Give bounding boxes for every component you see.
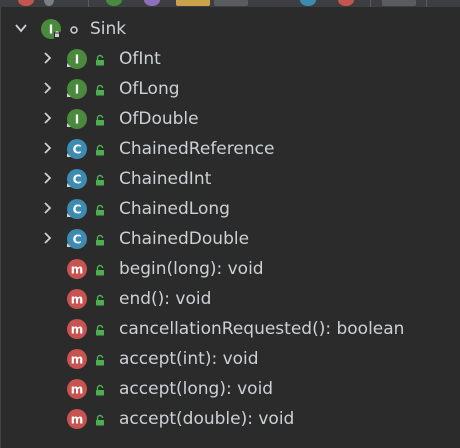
toolbar-icon-9[interactable] <box>382 0 416 6</box>
tree-node-label: ChainedDouble <box>119 229 250 249</box>
method-icon: m <box>66 318 88 340</box>
public-lock-icon <box>94 204 106 216</box>
tree-row-interface[interactable]: I OfInt <box>0 44 460 74</box>
tree-node-label: accept(double): void <box>119 409 295 429</box>
public-lock-icon <box>94 264 106 276</box>
interface-icon: I <box>66 48 88 70</box>
method-icon: m <box>66 348 88 370</box>
svg-text:C: C <box>73 233 82 247</box>
public-lock-icon <box>94 114 106 126</box>
chevron-right-icon[interactable] <box>40 171 54 185</box>
tree-row-method[interactable]: m accept(int): void <box>0 344 460 374</box>
tree-row-method[interactable]: m cancellationRequested(): boolean <box>0 314 460 344</box>
svg-text:C: C <box>73 143 82 157</box>
svg-text:I: I <box>75 113 79 127</box>
svg-text:I: I <box>75 53 79 67</box>
tree-node-label: cancellationRequested(): boolean <box>119 319 405 339</box>
toolbar-separator <box>370 0 371 7</box>
interface-icon: I <box>40 18 62 40</box>
tree-row-method[interactable]: m end(): void <box>0 284 460 314</box>
tree-root-label: Sink <box>90 19 127 39</box>
public-lock-icon <box>94 234 106 246</box>
public-lock-icon <box>94 294 106 306</box>
tree-node-label: OfLong <box>119 79 180 99</box>
toolbar-icon-6[interactable] <box>214 0 248 6</box>
toolbar-icon-4[interactable] <box>144 0 160 6</box>
toolbar-icon-5[interactable] <box>176 0 210 6</box>
tree-row-class[interactable]: C ChainedReference <box>0 134 460 164</box>
public-lock-icon <box>94 174 106 186</box>
svg-text:C: C <box>73 203 82 217</box>
toolbar-icon-8[interactable] <box>338 0 354 6</box>
tree-node-label: ChainedReference <box>119 139 275 159</box>
tree-row-method[interactable]: m accept(double): void <box>0 404 460 434</box>
tree-row-class[interactable]: C ChainedInt <box>0 164 460 194</box>
class-icon: C <box>66 228 88 250</box>
chevron-right-icon[interactable] <box>40 141 54 155</box>
tree-node-label: accept(long): void <box>119 379 274 399</box>
chevron-right-icon[interactable] <box>40 231 54 245</box>
public-lock-icon <box>94 54 106 66</box>
svg-text:I: I <box>75 83 79 97</box>
svg-text:m: m <box>71 413 84 427</box>
structure-tree: I Sink I OfInt I OfLong I OfDouble C Cha… <box>0 14 460 434</box>
svg-text:C: C <box>73 173 82 187</box>
class-icon: C <box>66 198 88 220</box>
svg-text:m: m <box>71 263 84 277</box>
chevron-down-icon[interactable] <box>14 21 28 35</box>
svg-text:m: m <box>71 353 84 367</box>
tree-row-method[interactable]: m accept(long): void <box>0 374 460 404</box>
toolbar-icon-3[interactable] <box>106 0 122 6</box>
svg-text:I: I <box>49 23 53 37</box>
class-icon: C <box>66 138 88 160</box>
public-lock-icon <box>94 144 106 156</box>
public-lock-icon <box>94 84 106 96</box>
tree-row-class[interactable]: C ChainedLong <box>0 194 460 224</box>
tree-node-label: OfInt <box>119 49 161 69</box>
chevron-right-icon[interactable] <box>40 51 54 65</box>
svg-text:m: m <box>71 323 84 337</box>
tree-node-label: OfDouble <box>119 109 199 129</box>
tree-row-interface[interactable]: I OfLong <box>0 74 460 104</box>
class-icon: C <box>66 168 88 190</box>
tree-node-label: begin(long): void <box>119 259 264 279</box>
public-lock-icon <box>94 354 106 366</box>
chevron-right-icon[interactable] <box>40 81 54 95</box>
tree-children: I OfInt I OfLong I OfDouble C ChainedRef… <box>0 44 460 434</box>
toolbar-separator <box>88 0 89 7</box>
toolbar-icon-7[interactable] <box>300 0 316 6</box>
toolbar-icon-1[interactable] <box>18 0 34 6</box>
method-icon: m <box>66 288 88 310</box>
public-lock-icon <box>94 324 106 336</box>
tree-node-label: accept(int): void <box>119 349 259 369</box>
interface-icon: I <box>66 78 88 100</box>
svg-text:m: m <box>71 293 84 307</box>
svg-text:m: m <box>71 383 84 397</box>
toolbar-separator <box>426 0 427 7</box>
chevron-right-icon[interactable] <box>40 201 54 215</box>
tree-node-label: ChainedLong <box>119 199 230 219</box>
tree-root-row[interactable]: I Sink <box>0 14 460 44</box>
tree-row-interface[interactable]: I OfDouble <box>0 104 460 134</box>
method-icon: m <box>66 408 88 430</box>
static-dot-icon <box>68 24 80 36</box>
tree-node-label: end(): void <box>119 289 212 309</box>
chevron-right-icon[interactable] <box>40 111 54 125</box>
public-lock-icon <box>94 414 106 426</box>
toolbar <box>0 0 460 7</box>
interface-icon: I <box>66 108 88 130</box>
toolbar-icon-2[interactable] <box>44 0 54 6</box>
tree-row-method[interactable]: m begin(long): void <box>0 254 460 284</box>
method-icon: m <box>66 378 88 400</box>
method-icon: m <box>66 258 88 280</box>
public-lock-icon <box>94 384 106 396</box>
tree-node-label: ChainedInt <box>119 169 212 189</box>
tree-row-class[interactable]: C ChainedDouble <box>0 224 460 254</box>
